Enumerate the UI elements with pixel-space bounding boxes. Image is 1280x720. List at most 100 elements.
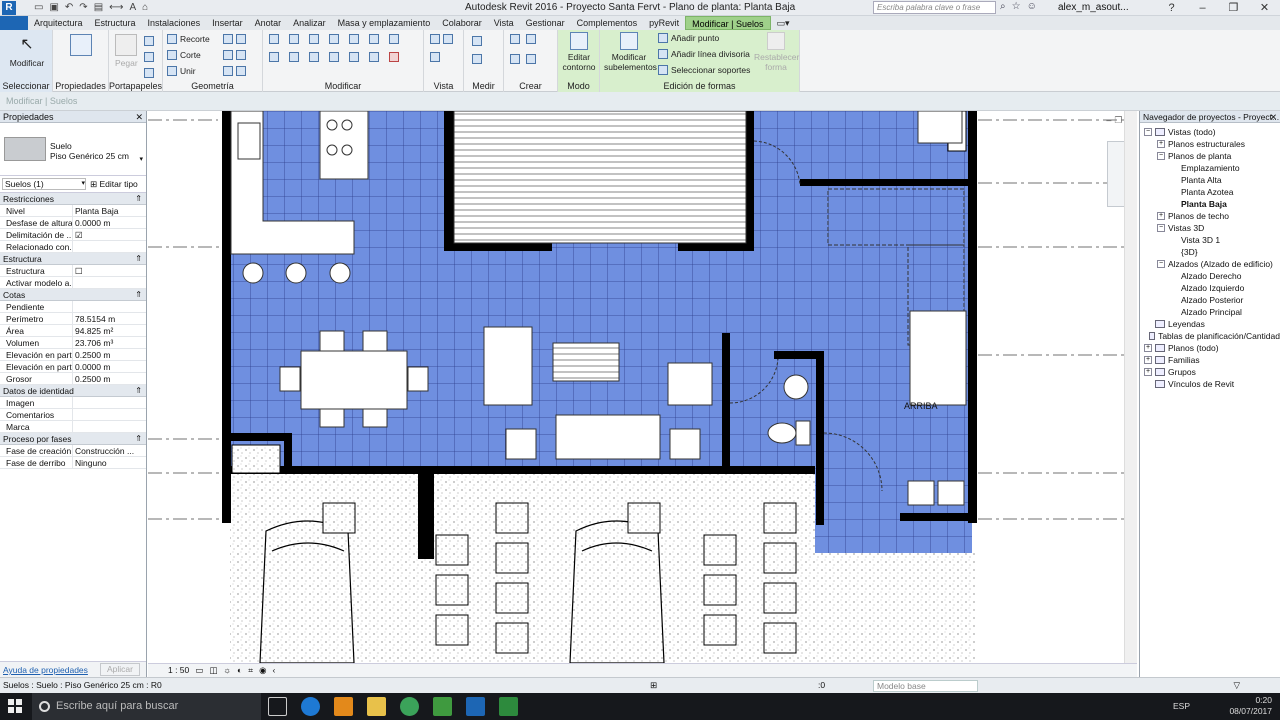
edge-icon[interactable]	[301, 697, 320, 716]
property-row[interactable]: Fase de derribo Ninguno	[0, 457, 146, 469]
browser-node[interactable]: + Planos de techo	[1140, 210, 1280, 222]
type-selector[interactable]: Suelo Piso Genérico 25 cm ▾	[0, 123, 146, 176]
floor-plan[interactable]: ARRIBA	[148, 111, 1137, 663]
property-row[interactable]: Marca	[0, 421, 146, 433]
property-row[interactable]: Estructura ☐	[0, 265, 146, 277]
tab-analizar[interactable]: Analizar	[287, 16, 332, 30]
property-value[interactable]: 94.825 m²	[73, 325, 146, 336]
help-search-input[interactable]: Escriba palabra clave o frase	[873, 1, 996, 14]
browser-node[interactable]: Alzado Posterior	[1140, 294, 1280, 306]
linework-icon[interactable]	[430, 52, 440, 62]
property-value[interactable]	[73, 397, 146, 408]
pick-supports-button[interactable]: Seleccionar soportes	[658, 65, 750, 75]
property-value[interactable]	[73, 409, 146, 420]
dimension-icon[interactable]	[472, 54, 482, 64]
property-value[interactable]: Ninguno	[73, 457, 146, 468]
user-icon[interactable]: ☺	[1027, 1, 1037, 12]
property-value[interactable]: 23.706 m³	[73, 337, 146, 348]
property-group[interactable]: Estructura ⇑	[0, 253, 146, 265]
measure-distance-icon[interactable]	[472, 36, 482, 46]
close-icon[interactable]: ✕	[1270, 111, 1277, 123]
property-value[interactable]: 0.0000 m	[73, 361, 146, 372]
paste-button[interactable]: Pegar	[115, 34, 138, 68]
maximize-button[interactable]: ❐	[1218, 0, 1249, 16]
apply-button[interactable]: Aplicar	[100, 663, 140, 676]
expand-toggle-icon[interactable]: +	[1157, 140, 1165, 148]
property-value[interactable]: 78.5154 m	[73, 313, 146, 324]
visual-style-icon[interactable]: ◫	[209, 664, 217, 677]
property-value[interactable]: Planta Baja	[73, 205, 146, 216]
properties-help-link[interactable]: Ayuda de propiedades	[3, 665, 88, 675]
close-button[interactable]: ✕	[1249, 0, 1280, 16]
delete-icon[interactable]	[389, 52, 399, 62]
collapse-icon[interactable]: ⇑	[135, 385, 142, 397]
subscription-icon[interactable]: ☆	[1012, 1, 1021, 12]
expand-toggle-icon[interactable]: −	[1157, 260, 1165, 268]
3d-view-icon[interactable]: ⌂	[142, 2, 148, 13]
revit-taskbar-icon[interactable]	[466, 697, 485, 716]
align-icon[interactable]	[269, 34, 279, 44]
add-point-button[interactable]: Añadir punto	[658, 33, 719, 43]
tab-insertar[interactable]: Insertar	[206, 16, 249, 30]
split-face-icon[interactable]	[223, 50, 233, 60]
vertical-scrollbar[interactable]	[1124, 111, 1137, 663]
save-icon[interactable]: ▣	[49, 2, 58, 13]
properties-button[interactable]	[70, 34, 92, 58]
undo-icon[interactable]: ↶	[65, 2, 73, 13]
camtasia-icon[interactable]	[433, 697, 452, 716]
tab-modificar-suelos[interactable]: Modificar | Suelos	[685, 16, 771, 30]
tab-anotar[interactable]: Anotar	[249, 16, 288, 30]
browser-node[interactable]: Vínculos de Revit	[1140, 378, 1280, 390]
print-icon[interactable]: ▤	[94, 2, 103, 13]
tab-arquitectura[interactable]: Arquitectura	[28, 16, 89, 30]
browser-node[interactable]: Planta Baja	[1140, 198, 1280, 210]
instance-count-select[interactable]: Suelos (1) ▾	[2, 178, 86, 190]
property-row[interactable]: Fase de creación Construcción ...	[0, 445, 146, 457]
windows-start-icon[interactable]	[8, 699, 22, 713]
file-explorer-icon[interactable]	[367, 697, 386, 716]
property-row[interactable]: Nivel Planta Baja	[0, 205, 146, 217]
property-value[interactable]: 0.2500 m	[73, 349, 146, 360]
mirror-draw-icon[interactable]	[329, 34, 339, 44]
scale-selector[interactable]: 1 : 50	[168, 664, 189, 677]
split-icon[interactable]	[349, 34, 359, 44]
tab-complementos[interactable]: Complementos	[571, 16, 644, 30]
shadows-icon[interactable]: ◐	[237, 664, 242, 677]
property-value[interactable]	[73, 241, 146, 252]
open-icon[interactable]: ▭	[34, 2, 43, 13]
create-group-icon[interactable]	[510, 54, 520, 64]
trim-icon[interactable]	[329, 52, 339, 62]
expand-toggle-icon[interactable]: +	[1144, 344, 1152, 352]
tab-gestionar[interactable]: Gestionar	[520, 16, 571, 30]
measure-icon[interactable]: ⟷	[109, 2, 123, 13]
edit-boundary-button[interactable]: Editar contorno	[560, 32, 598, 72]
scale-icon[interactable]	[369, 52, 379, 62]
array-icon[interactable]	[349, 52, 359, 62]
media-player-icon[interactable]	[334, 697, 353, 716]
browser-node[interactable]: {3D}	[1140, 246, 1280, 258]
property-row[interactable]: Imagen	[0, 397, 146, 409]
rotate-icon[interactable]	[309, 52, 319, 62]
binoculars-icon[interactable]: ⌕	[1000, 1, 1006, 12]
property-row[interactable]: Elevación en part... 0.0000 m	[0, 361, 146, 373]
browser-node[interactable]: Alzado Izquierdo	[1140, 282, 1280, 294]
tab-vista[interactable]: Vista	[488, 16, 520, 30]
match-icon[interactable]	[144, 68, 154, 78]
tab-overflow[interactable]: ▭▾	[771, 16, 796, 30]
tab-masa[interactable]: Masa y emplazamiento	[332, 16, 437, 30]
browser-node[interactable]: + Familias	[1140, 354, 1280, 366]
expand-toggle-icon[interactable]: +	[1144, 356, 1152, 364]
sun-path-icon[interactable]: ☼	[223, 664, 231, 677]
chrome-icon[interactable]	[400, 697, 419, 716]
property-value[interactable]	[73, 301, 146, 312]
detail-level-icon[interactable]: ▭	[195, 664, 203, 677]
tab-estructura[interactable]: Estructura	[89, 16, 142, 30]
tab-pyrevit[interactable]: pyRevit	[643, 16, 685, 30]
drawing-canvas[interactable]: ARRIBA – ❐ ✕	[148, 111, 1137, 663]
copy-icon[interactable]	[144, 52, 154, 62]
remove-paint-icon[interactable]	[236, 50, 246, 60]
property-row[interactable]: Relacionado con...	[0, 241, 146, 253]
property-value[interactable]: ☑	[73, 229, 146, 240]
tab-file[interactable]	[0, 16, 28, 30]
edit-type-button[interactable]: ⊞ Editar tipo	[90, 179, 138, 190]
